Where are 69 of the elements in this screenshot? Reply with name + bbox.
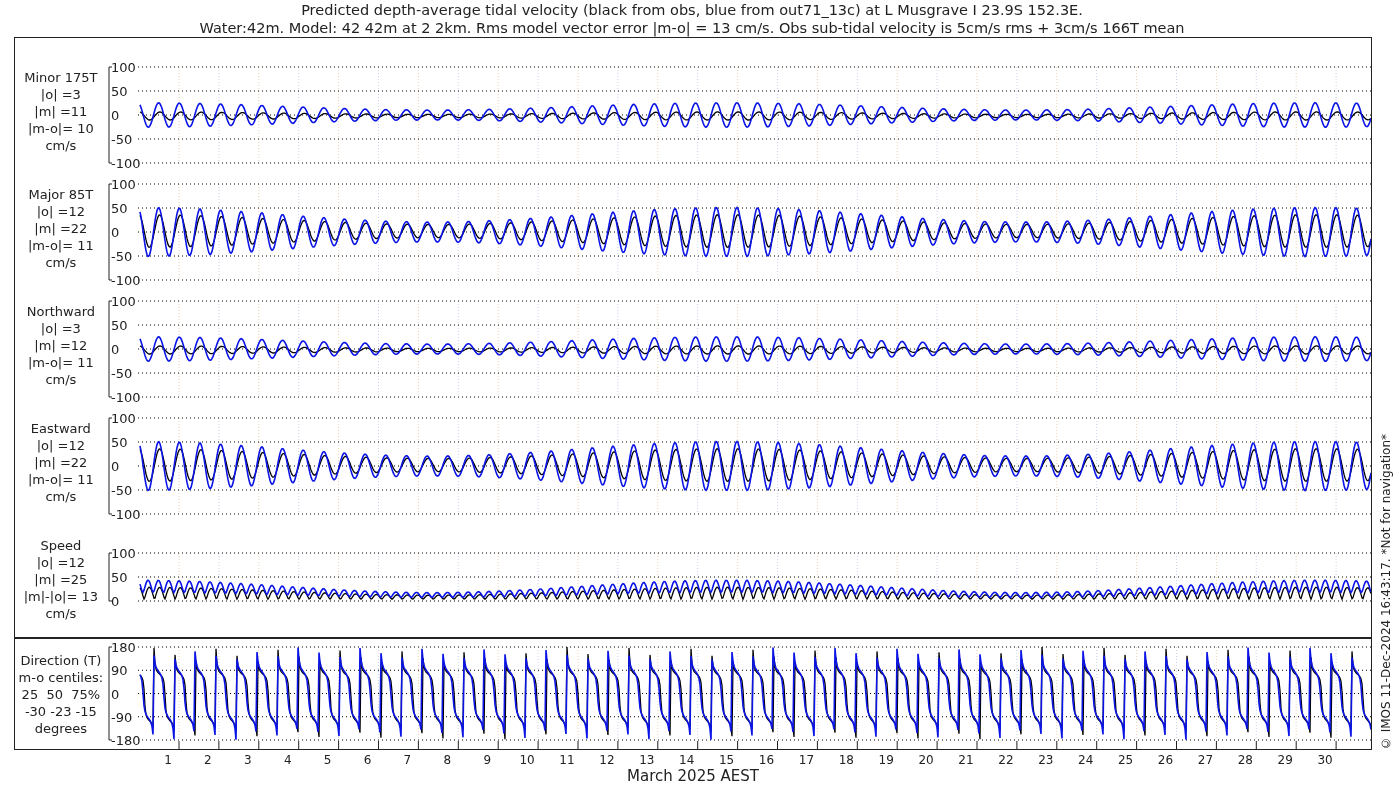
day-label: 13	[639, 753, 655, 767]
axis-tick-label: -100	[110, 507, 141, 521]
panel-label: Northward |o| =3 |m| =12 |m-o|= 11 cm/s	[26, 303, 96, 388]
axis-tick-label: -100	[110, 273, 141, 287]
day-label: 17	[798, 753, 815, 767]
axis-tick-label: 50	[110, 84, 128, 99]
day-label: 3	[244, 753, 252, 767]
day-label: 19	[878, 753, 894, 767]
day-label: 12	[599, 753, 615, 767]
panel-label: Eastward |o| =12 |m| =22 |m-o|= 11 cm/s	[27, 420, 94, 505]
day-label: 8	[443, 753, 452, 767]
chart-title: Predicted depth-average tidal velocity (black from obs, blue from out71_13c) at L Musgrave I 23.9S 152.3E.	[301, 1, 1083, 19]
day-label: 2	[204, 753, 212, 767]
day-label: 30	[1317, 753, 1333, 767]
day-label: 23	[1038, 753, 1054, 767]
axis-tick-label: 90	[110, 663, 128, 679]
axis-tick-label: -50	[110, 483, 132, 498]
day-label: 28	[1237, 753, 1253, 767]
axis-tick-label: 100	[110, 177, 136, 192]
axis-tick-label: 180	[110, 640, 136, 655]
panel-label: Major 85T |o| =12 |m| =22 |m-o|= 11 cm/s	[27, 186, 94, 271]
day-label: 6	[363, 753, 372, 767]
axis-tick-label: -50	[110, 249, 132, 264]
panel-label: Direction (T) m-o centiles: 25 50 75% -30 -23 -15 degrees	[18, 651, 104, 737]
day-label: 9	[483, 753, 491, 767]
copyright-note: © IMOS 11-Dec-2024 16:43:17. *Not for navigation*	[1378, 433, 1394, 750]
day-label: 4	[283, 753, 292, 767]
axis-tick-label: -50	[110, 132, 132, 147]
axis-tick-label: 100	[110, 294, 136, 309]
day-label: 27	[1197, 753, 1214, 767]
day-label: 14	[679, 753, 695, 767]
day-label: 5	[323, 753, 332, 767]
axis-tick-label: 0	[110, 594, 119, 609]
day-label: 16	[758, 753, 775, 767]
axis-tick-label: 100	[110, 546, 136, 561]
day-label: 10	[519, 753, 535, 767]
panel-label: Speed |o| =12 |m| =25 |m|-|o|= 13 cm/s	[23, 536, 99, 622]
axis-tick-label: 100	[110, 411, 136, 426]
axis-tick-label: -100	[110, 156, 141, 170]
axis-tick-label: 0	[110, 108, 119, 123]
day-label: 25	[1117, 753, 1134, 767]
axis-tick-label: 50	[110, 318, 128, 333]
day-label: 21	[958, 753, 974, 767]
day-label: 26	[1157, 753, 1174, 767]
axis-tick-label: 0	[110, 459, 119, 474]
day-label: 24	[1078, 753, 1094, 767]
panel-label: Minor 175T |o| =3 |m| =11 |m-o|= 10 cm/s	[24, 69, 98, 154]
axis-tick-label: -50	[110, 366, 132, 381]
day-label: 18	[838, 753, 854, 767]
axis-tick-label: 0	[110, 225, 119, 240]
axis-tick-label: 50	[110, 570, 128, 585]
day-label: 22	[998, 753, 1014, 767]
day-label: 11	[559, 753, 575, 767]
axis-tick-label: -90	[110, 709, 132, 725]
day-label: 1	[164, 753, 172, 767]
x-axis-title: March 2025 AEST	[627, 767, 759, 785]
axis-tick-label: -180	[110, 733, 141, 748]
axis-tick-label: 50	[110, 435, 128, 450]
axis-tick-label: 0	[110, 342, 119, 357]
y-axis	[108, 552, 113, 602]
day-label: 29	[1277, 753, 1293, 767]
day-label: 7	[403, 753, 412, 767]
axis-tick-label: 50	[110, 201, 128, 216]
day-label: 20	[918, 753, 934, 767]
chart-subtitle: Water:42m. Model: 42 42m at 2 2km. Rms model vector error |m-o| = 13 cm/s. Obs sub-tidal velocity is 5cm/s rms + 3cm/s 166T mean	[199, 19, 1185, 37]
axis-tick-label: -100	[110, 390, 141, 404]
axis-tick-label: 0	[110, 686, 119, 702]
axis-tick-label: 100	[110, 60, 136, 75]
day-label: 15	[718, 753, 735, 767]
